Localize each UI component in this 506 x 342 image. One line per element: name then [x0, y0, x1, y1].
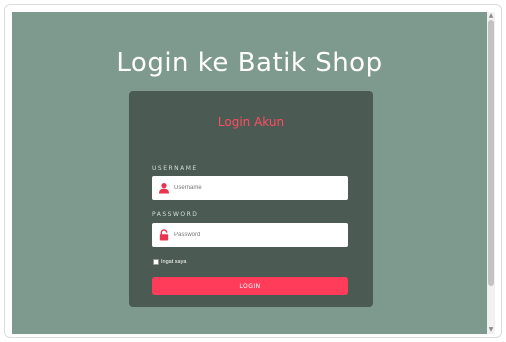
- username-label: USERNAME: [152, 165, 198, 172]
- scroll-thumb[interactable]: [488, 20, 494, 286]
- lock-icon: [159, 229, 169, 241]
- vertical-scrollbar[interactable]: ▲ ▼: [487, 12, 495, 334]
- remember-me[interactable]: Ingat saya: [153, 258, 186, 266]
- password-field-wrapper[interactable]: [152, 223, 348, 247]
- username-field-wrapper[interactable]: [152, 176, 348, 200]
- remember-checkbox[interactable]: [153, 259, 159, 265]
- login-card: Login Akun USERNAME PASSWORD Ingat saya …: [129, 91, 373, 307]
- page-viewport: Login ke Batik Shop Login Akun USERNAME …: [12, 12, 487, 334]
- page-title: Login ke Batik Shop: [116, 48, 383, 78]
- user-icon: [159, 183, 169, 194]
- username-input[interactable]: [174, 176, 344, 200]
- card-title: Login Akun: [217, 115, 285, 129]
- remember-label: Ingat saya: [161, 259, 187, 265]
- scroll-down-arrow-icon[interactable]: ▼: [487, 326, 495, 334]
- password-label: PASSWORD: [152, 211, 199, 218]
- password-input[interactable]: [174, 223, 344, 247]
- scroll-up-arrow-icon[interactable]: ▲: [487, 12, 495, 20]
- login-button[interactable]: LOGIN: [152, 277, 348, 295]
